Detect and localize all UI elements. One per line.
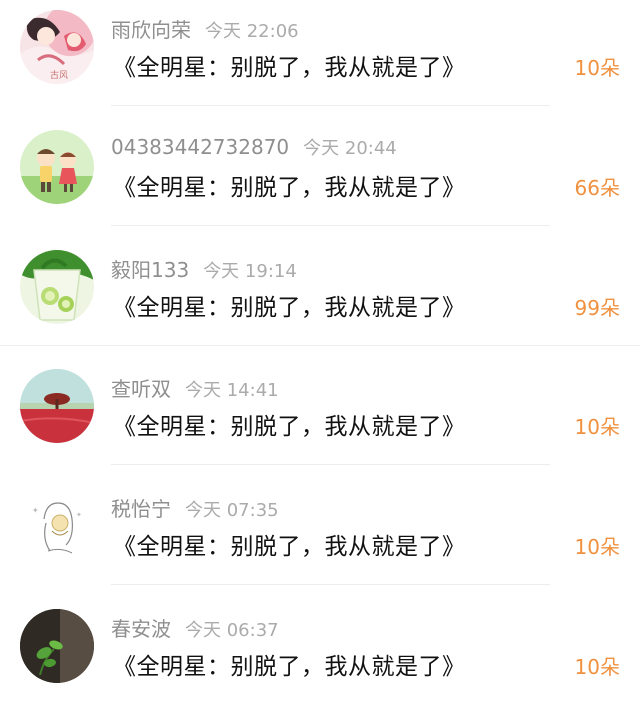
comment-meta: 查听双 今天 14:41 [111,373,279,401]
list-item[interactable]: 查听双 今天 14:41 《全明星：别脱了，我从就是了》 10朵 [0,359,640,479]
avatar[interactable] [20,369,94,443]
avatar-red-field-tree-image [20,369,94,443]
username[interactable]: 毅阳133 [111,258,189,282]
comment-meta: 毅阳133 今天 19:14 [111,254,297,282]
book-title[interactable]: 《全明星：别脱了，我从就是了》 [113,288,466,322]
divider [111,464,550,465]
list-item[interactable]: ✦ ✦ 税怡宁 今天 07:35 《全明星：别脱了，我从就是了》 10朵 [0,479,640,599]
comment-meta: 雨欣向荣 今天 22:06 [111,14,299,42]
svg-text:✦: ✦ [76,511,82,519]
divider [111,584,550,585]
comment-meta: 04383442732870 今天 20:44 [111,134,397,160]
username[interactable]: 税怡宁 [111,497,171,521]
avatar-green-plant-image [20,609,94,683]
book-title[interactable]: 《全明星：别脱了，我从就是了》 [113,407,466,441]
divider [0,345,640,346]
gift-count: 66朵 [574,176,620,200]
avatar[interactable] [20,609,94,683]
avatar[interactable] [20,250,94,324]
list-item[interactable]: 春安波 今天 06:37 《全明星：别脱了，我从就是了》 10朵 [0,599,640,719]
avatar-cartoon-kids-image [20,130,94,204]
divider [111,225,550,226]
gift-count: 10朵 [574,56,620,80]
username[interactable]: 雨欣向荣 [111,18,191,42]
timestamp: 今天 14:41 [185,380,279,401]
gift-count: 99朵 [574,296,620,320]
timestamp: 今天 06:37 [185,620,279,641]
list-item[interactable]: 04383442732870 今天 20:44 《全明星：别脱了，我从就是了》 6… [0,120,640,240]
book-title[interactable]: 《全明星：别脱了，我从就是了》 [113,48,466,82]
list-item[interactable]: 毅阳133 今天 19:14 《全明星：别脱了，我从就是了》 99朵 [0,240,640,360]
avatar[interactable] [20,130,94,204]
comment-list: 古风 雨欣向荣 今天 22:06 《全明星：别脱了，我从就是了》 10朵 043… [0,0,640,703]
avatar[interactable]: 古风 [20,10,94,84]
username[interactable]: 查听双 [111,377,171,401]
timestamp: 今天 20:44 [303,138,397,159]
gift-count: 10朵 [574,535,620,559]
book-title[interactable]: 《全明星：别脱了，我从就是了》 [113,527,466,561]
avatar-sketch-girl-image: ✦ ✦ [20,489,94,563]
book-title[interactable]: 《全明星：别脱了，我从就是了》 [113,168,466,202]
timestamp: 今天 07:35 [185,500,279,521]
divider [111,105,550,106]
avatar-text: 古风 [50,69,68,81]
list-item[interactable]: 古风 雨欣向荣 今天 22:06 《全明星：别脱了，我从就是了》 10朵 [0,0,640,120]
timestamp: 今天 19:14 [203,261,297,282]
timestamp: 今天 22:06 [205,21,299,42]
svg-text:✦: ✦ [32,506,39,515]
book-title[interactable]: 《全明星：别脱了，我从就是了》 [113,647,466,681]
comment-meta: 税怡宁 今天 07:35 [111,493,279,521]
gift-count: 10朵 [574,655,620,679]
username[interactable]: 春安波 [111,617,171,641]
username[interactable]: 04383442732870 [111,135,289,159]
avatar-anime-couple-image: 古风 [20,10,94,84]
avatar-lime-drink-image [20,250,94,324]
gift-count: 10朵 [574,415,620,439]
comment-meta: 春安波 今天 06:37 [111,613,279,641]
avatar[interactable]: ✦ ✦ [20,489,94,563]
